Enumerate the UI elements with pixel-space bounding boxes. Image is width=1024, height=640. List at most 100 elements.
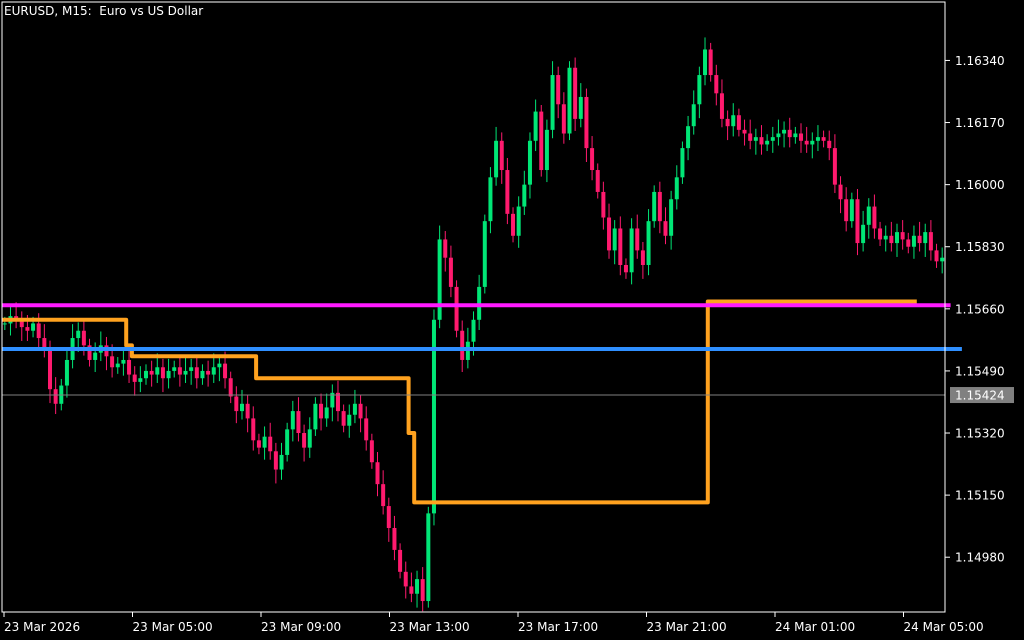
candle-body bbox=[81, 330, 86, 346]
candle-body bbox=[883, 235, 888, 240]
candle-body bbox=[335, 392, 340, 412]
candle-body bbox=[482, 221, 487, 287]
candle-body bbox=[392, 527, 397, 550]
candle-body bbox=[285, 429, 290, 455]
y-tick-label: 1.15660 bbox=[955, 302, 1005, 316]
candle-body bbox=[697, 75, 702, 105]
candle-body bbox=[398, 549, 403, 572]
y-tick-label: 1.14980 bbox=[955, 551, 1005, 565]
candle-body bbox=[623, 264, 628, 273]
candle-body bbox=[703, 49, 708, 76]
candle-body bbox=[928, 232, 933, 251]
candle-body bbox=[460, 330, 465, 360]
candle-body bbox=[223, 363, 228, 379]
candle-body bbox=[940, 257, 945, 262]
candle-body bbox=[516, 206, 521, 236]
candle-body bbox=[612, 228, 617, 251]
candle-body bbox=[115, 363, 120, 368]
candle-body bbox=[652, 191, 657, 222]
candle-body bbox=[895, 232, 900, 244]
candle-body bbox=[844, 199, 849, 222]
y-tick-label: 1.15490 bbox=[955, 364, 1005, 378]
candle-body bbox=[719, 93, 724, 119]
candle-body bbox=[155, 367, 160, 375]
candle-body bbox=[499, 140, 504, 171]
candle-body bbox=[748, 133, 753, 141]
candle-body bbox=[211, 367, 216, 375]
y-tick-label: 1.16000 bbox=[955, 178, 1005, 192]
current-price-label: 1.15424 bbox=[955, 389, 1005, 403]
candle-body bbox=[759, 137, 764, 145]
candle-body bbox=[279, 454, 284, 470]
candle-body bbox=[590, 148, 595, 171]
candle-body bbox=[911, 235, 916, 247]
candle-body bbox=[578, 96, 583, 119]
candle-body bbox=[934, 250, 939, 262]
candle-body bbox=[511, 213, 516, 236]
candle-body bbox=[296, 411, 301, 434]
candle-body bbox=[782, 129, 787, 134]
candle-body bbox=[674, 177, 679, 200]
candle-body bbox=[166, 370, 171, 379]
candle-body bbox=[200, 370, 205, 379]
candle-body bbox=[183, 370, 188, 375]
candle-body bbox=[849, 199, 854, 222]
candle-body bbox=[889, 235, 894, 244]
candle-body bbox=[302, 433, 307, 448]
candle-body bbox=[143, 370, 148, 379]
candle-body bbox=[539, 111, 544, 171]
y-tick-label: 1.15830 bbox=[955, 240, 1005, 254]
candle-body bbox=[138, 378, 143, 382]
candle-body bbox=[584, 96, 589, 149]
candle-body bbox=[793, 133, 798, 138]
candle-body bbox=[872, 206, 877, 229]
candle-body bbox=[556, 75, 561, 105]
candle-body bbox=[544, 129, 549, 171]
candle-body bbox=[386, 506, 391, 528]
candle-body bbox=[494, 140, 499, 178]
candle-body bbox=[770, 137, 775, 141]
x-tick-label: 24 Mar 01:00 bbox=[775, 620, 855, 634]
y-tick-label: 1.16340 bbox=[955, 54, 1005, 68]
x-tick-label: 23 Mar 21:00 bbox=[647, 620, 727, 634]
candle-body bbox=[262, 436, 267, 448]
candle-body bbox=[522, 184, 527, 207]
candle-body bbox=[657, 191, 662, 222]
candle-body bbox=[358, 403, 363, 419]
candle-body bbox=[251, 418, 256, 441]
candle-body bbox=[799, 133, 804, 141]
candle-body bbox=[787, 129, 792, 138]
candle-body bbox=[742, 129, 747, 134]
y-tick-label: 1.15320 bbox=[955, 427, 1005, 441]
candle-body bbox=[177, 367, 182, 375]
candle-body bbox=[2, 323, 7, 325]
candle-body bbox=[917, 235, 922, 244]
x-tick-label: 23 Mar 09:00 bbox=[261, 620, 341, 634]
candle-body bbox=[53, 389, 58, 404]
candle-body bbox=[25, 327, 30, 331]
candle-body bbox=[347, 414, 352, 426]
candle-body bbox=[731, 115, 736, 127]
candle-body bbox=[573, 67, 578, 119]
candle-body bbox=[313, 403, 318, 430]
candle-body bbox=[341, 411, 346, 426]
y-tick-label: 1.16170 bbox=[955, 116, 1005, 130]
candle-body bbox=[838, 184, 843, 200]
candle-body bbox=[369, 440, 374, 463]
candle-body bbox=[640, 250, 645, 265]
candle-body bbox=[415, 579, 420, 594]
price-chart[interactable]: 1.15424 1.16340 1.16170 1.16000 1.15830 1.15… bbox=[0, 0, 1024, 640]
candle-body bbox=[194, 367, 199, 379]
candle-body bbox=[708, 49, 713, 76]
candle-body bbox=[381, 484, 386, 507]
candle-body bbox=[448, 257, 453, 287]
candle-body bbox=[810, 140, 815, 145]
candle-body bbox=[736, 115, 741, 130]
candle-body bbox=[861, 224, 866, 244]
candle-body bbox=[776, 133, 781, 138]
chart-background bbox=[0, 0, 1024, 640]
candle-body bbox=[76, 330, 81, 339]
candle-body bbox=[629, 228, 634, 273]
candle-body bbox=[663, 221, 668, 236]
candle-body bbox=[127, 359, 132, 375]
